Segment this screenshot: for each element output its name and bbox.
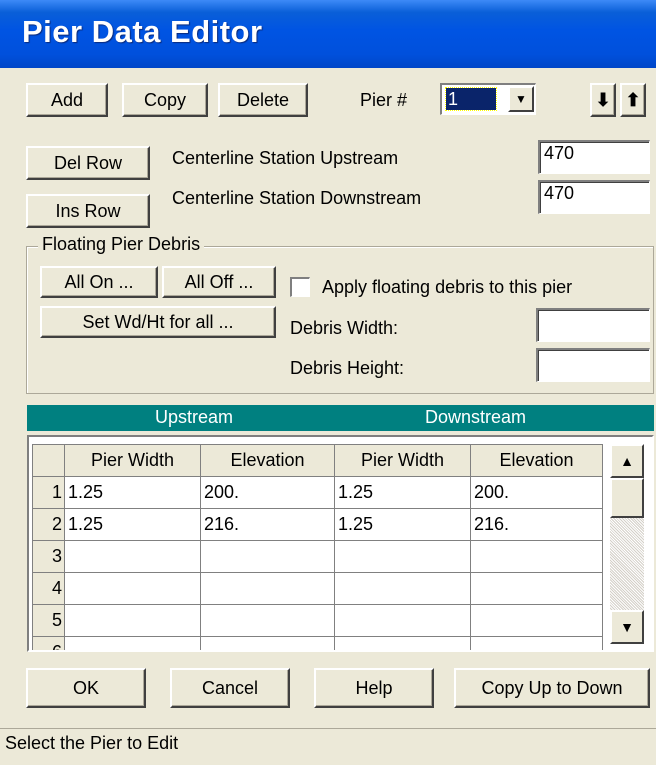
- table-row: 6: [32, 636, 603, 650]
- row-number[interactable]: 5: [32, 604, 65, 637]
- apply-debris-checkbox[interactable]: [290, 277, 310, 297]
- table-cell[interactable]: [470, 540, 603, 573]
- copy-button[interactable]: Copy: [122, 83, 208, 117]
- table-row: 3: [32, 540, 603, 573]
- debris-height-input[interactable]: [536, 348, 650, 382]
- row-number[interactable]: 4: [32, 572, 65, 605]
- debris-width-label: Debris Width:: [290, 318, 399, 338]
- table-cell[interactable]: 200.: [200, 476, 335, 509]
- delete-button[interactable]: Delete: [218, 83, 308, 117]
- upstream-header: Upstream: [155, 407, 234, 427]
- table-cell[interactable]: 216.: [200, 508, 335, 541]
- scroll-up-icon[interactable]: ▲: [610, 444, 644, 478]
- cancel-button[interactable]: Cancel: [170, 668, 290, 708]
- centerline-upstream-input[interactable]: 470: [538, 140, 650, 174]
- table-cell[interactable]: [470, 636, 603, 650]
- table-cell[interactable]: 1.25: [334, 476, 471, 509]
- pier-number-label: Pier #: [360, 90, 408, 110]
- copy-up-to-down-button[interactable]: Copy Up to Down: [454, 668, 650, 708]
- downstream-header: Downstream: [425, 407, 527, 427]
- table-cell[interactable]: 200.: [470, 476, 603, 509]
- corner-cell: [32, 444, 65, 477]
- table-cell[interactable]: [334, 636, 471, 650]
- table-cell[interactable]: 1.25: [334, 508, 471, 541]
- arrow-down-icon[interactable]: ⬇: [590, 83, 616, 117]
- column-header[interactable]: Pier Width: [64, 444, 201, 477]
- apply-debris-label: Apply floating debris to this pier: [322, 277, 573, 297]
- all-off-button[interactable]: All Off ...: [162, 266, 276, 298]
- table-row: 5: [32, 604, 603, 637]
- table-cell[interactable]: [64, 604, 201, 637]
- table-row: 1 1.25 200. 1.25 200.: [32, 476, 603, 509]
- column-header[interactable]: Elevation: [200, 444, 335, 477]
- all-on-button[interactable]: All On ...: [40, 266, 158, 298]
- section-header-band: Upstream Downstream: [27, 405, 654, 431]
- add-button[interactable]: Add: [26, 83, 108, 117]
- centerline-downstream-input[interactable]: 470: [538, 180, 650, 214]
- debris-height-label: Debris Height:: [290, 358, 405, 378]
- centerline-upstream-label: Centerline Station Upstream: [172, 148, 399, 168]
- arrow-up-icon[interactable]: ⬆: [620, 83, 646, 117]
- window-title: Pier Data Editor: [22, 14, 263, 49]
- ok-button[interactable]: OK: [26, 668, 146, 708]
- del-row-button[interactable]: Del Row: [26, 146, 150, 180]
- table-row: 2 1.25 216. 1.25 216.: [32, 508, 603, 541]
- table-cell[interactable]: 1.25: [64, 508, 201, 541]
- debris-width-input[interactable]: [536, 308, 650, 342]
- status-text: Select the Pier to Edit: [5, 733, 179, 753]
- row-number[interactable]: 6: [32, 636, 65, 650]
- column-header[interactable]: Pier Width: [334, 444, 471, 477]
- pier-number-select[interactable]: 1 ▼: [440, 83, 536, 115]
- help-button[interactable]: Help: [314, 668, 434, 708]
- table-cell[interactable]: [64, 540, 201, 573]
- row-number[interactable]: 3: [32, 540, 65, 573]
- table-cell[interactable]: [470, 572, 603, 605]
- column-header[interactable]: Elevation: [470, 444, 603, 477]
- ins-row-button[interactable]: Ins Row: [26, 194, 150, 228]
- scroll-down-icon[interactable]: ▼: [610, 610, 644, 644]
- table-cell[interactable]: [334, 572, 471, 605]
- pier-number-value: 1: [445, 87, 497, 111]
- table-row: 4: [32, 572, 603, 605]
- table-cell[interactable]: [470, 604, 603, 637]
- scroll-thumb[interactable]: [610, 478, 644, 518]
- table-cell[interactable]: 1.25: [64, 476, 201, 509]
- table-cell[interactable]: [200, 636, 335, 650]
- pier-data-editor-window: Pier Data Editor Add Copy Delete Pier # …: [0, 0, 656, 765]
- floating-debris-group-label: Floating Pier Debris: [38, 234, 205, 255]
- table-cell[interactable]: [64, 572, 201, 605]
- set-width-height-all-button[interactable]: Set Wd/Ht for all ...: [40, 306, 276, 338]
- row-number[interactable]: 2: [32, 508, 65, 541]
- chevron-down-icon[interactable]: ▼: [508, 86, 534, 112]
- table-header-row: Pier Width Elevation Pier Width Elevatio…: [32, 444, 603, 477]
- row-number[interactable]: 1: [32, 476, 65, 509]
- table-cell[interactable]: [200, 572, 335, 605]
- table-cell[interactable]: [334, 540, 471, 573]
- table-cell[interactable]: 216.: [470, 508, 603, 541]
- vertical-scrollbar[interactable]: ▲ ▼: [610, 444, 644, 644]
- table-cell[interactable]: [334, 604, 471, 637]
- table-cell[interactable]: [200, 604, 335, 637]
- pier-table: Pier Width Elevation Pier Width Elevatio…: [32, 444, 603, 650]
- title-bar[interactable]: Pier Data Editor: [0, 0, 656, 68]
- pier-data-grid[interactable]: Pier Width Elevation Pier Width Elevatio…: [27, 435, 654, 652]
- table-cell[interactable]: [64, 636, 201, 650]
- table-cell[interactable]: [200, 540, 335, 573]
- centerline-downstream-label: Centerline Station Downstream: [172, 188, 422, 208]
